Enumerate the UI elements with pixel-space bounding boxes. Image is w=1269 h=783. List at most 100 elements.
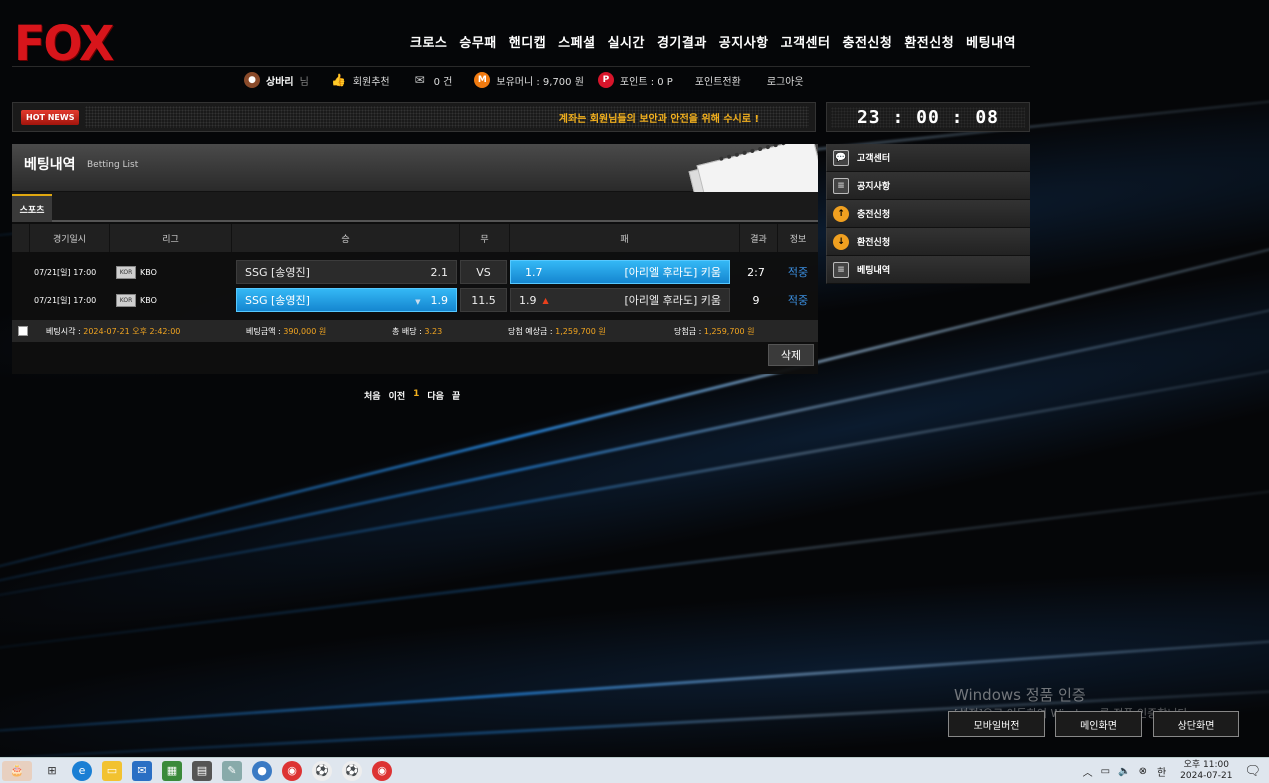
app-badge-icon[interactable]: ● (252, 760, 272, 781)
bet-amount: 베팅금액 : 390,000 원 (246, 326, 326, 337)
hot-news-ticker: 계좌는 회원님들의 보안과 안전을 위해 수시로 ! (85, 106, 809, 128)
messages-link[interactable]: ✉ 0 건 (412, 72, 453, 88)
windows-taskbar: 🎂 ⊞ e ▭ ✉ ▦ ▤ ✎ ● ◉ ⚽ ⚽ ◉ ︿ ▭ 🔈 ⊗ 한 오후 1… (0, 757, 1269, 783)
col-win: 승 (232, 224, 460, 252)
list-icon: ≡ (833, 177, 849, 194)
start-icon[interactable]: 🎂 (2, 760, 32, 781)
file-explorer-icon[interactable]: ▭ (102, 760, 122, 781)
nav-betting-history[interactable]: 베팅내역 (960, 32, 1022, 51)
soccer-icon[interactable]: ⚽ (342, 760, 362, 781)
col-check (12, 224, 30, 252)
home-odds-button[interactable]: SSG [송영진] ▼ 1.9 (236, 288, 457, 312)
match-date: 07/21[일] 17:00 (34, 267, 97, 277)
handicap-value-button[interactable]: 11.5 (460, 288, 507, 312)
hot-news-bar: HOT NEWS 계좌는 회원님들의 보안과 안전을 위해 수시로 ! (12, 102, 816, 132)
mobile-version-button[interactable]: 모바일버전 (948, 711, 1045, 737)
envelope-icon: ✉ (414, 73, 425, 87)
away-odds-button[interactable]: 1.7 [아리엘 후라도] 키움 (510, 260, 730, 284)
page-last[interactable]: 끝 (452, 389, 460, 402)
match-result: 2:7 (747, 265, 765, 279)
calculator-icon[interactable]: ▤ (192, 760, 212, 781)
match-date: 07/21[일] 17:00 (34, 295, 97, 305)
nav-results[interactable]: 경기결과 (651, 32, 713, 51)
nav-handicap[interactable]: 핸디캡 (503, 32, 552, 51)
nav-deposit[interactable]: 충전신청 (836, 32, 898, 51)
side-item-betting-history[interactable]: ≡ 베팅내역 (826, 256, 1030, 284)
page-current[interactable]: 1 (413, 389, 419, 402)
won-value: 1,259,700 원 (703, 326, 755, 336)
side-item-notice[interactable]: ≡ 공지사항 (826, 172, 1030, 200)
kbo-flag-icon: KOR (116, 265, 136, 279)
mail-icon[interactable]: ✉ (132, 760, 152, 781)
kbo-flag-icon: KOR (116, 293, 136, 307)
expected-value: 1,259,700 원 (555, 326, 606, 336)
side-item-withdraw[interactable]: ↓ 환전신청 (826, 228, 1030, 256)
nav-support[interactable]: 고객센터 (775, 32, 837, 51)
col-lose: 패 (510, 224, 740, 252)
user-nickname: 상바리 (266, 76, 294, 88)
draw-value: VS (476, 265, 491, 279)
col-result: 결과 (740, 224, 778, 252)
nav-win-draw-lose[interactable]: 승무패 (453, 32, 502, 51)
nav-withdraw[interactable]: 환전신청 (898, 32, 960, 51)
page-next[interactable]: 다음 (427, 389, 444, 402)
side-menu: 💬 고객센터 ≡ 공지사항 ↑ 충전신청 ↓ 환전신청 ≡ 베팅내역 (826, 144, 1030, 284)
notes-icon[interactable]: ✎ (222, 760, 242, 781)
side-item-support[interactable]: 💬 고객센터 (826, 144, 1030, 172)
task-view-icon[interactable]: ⊞ (42, 761, 62, 781)
app-icon[interactable]: ▦ (162, 760, 182, 781)
draw-odds-button[interactable]: VS (460, 260, 507, 284)
chevron-up-icon[interactable]: ︿ (1083, 764, 1093, 779)
user-bar: ● 상바리 님 👍 회원추천 ✉ 0 건 M 보유머니 : 9,700 원 P … (244, 72, 826, 88)
home-odds-button[interactable]: SSG [송영진] 2.1 (236, 260, 457, 284)
league-name: KBO (140, 295, 157, 305)
chrome-icon[interactable]: ◉ (372, 760, 392, 781)
page-prev[interactable]: 이전 (389, 389, 406, 402)
away-odds: 1.9 (519, 293, 537, 307)
nav-cross[interactable]: 크로스 (404, 32, 453, 51)
soccer-icon[interactable]: ⚽ (312, 760, 332, 781)
ime-indicator[interactable]: 한 (1157, 764, 1166, 779)
league-name: KBO (140, 267, 157, 277)
away-odds-button[interactable]: 1.9 ▲ [아리엘 후라도] 키움 (510, 288, 730, 312)
col-draw: 무 (460, 224, 510, 252)
site-logo[interactable]: FOX (14, 15, 114, 72)
expected-win: 당첨 예상금 : 1,259,700 원 (508, 326, 606, 337)
page-first[interactable]: 처음 (364, 389, 381, 402)
volume-icon[interactable]: 🔈 (1118, 766, 1130, 777)
point-convert-link[interactable]: 포인트전환 (695, 73, 741, 88)
nav-live[interactable]: 실시간 (602, 32, 651, 51)
total-odds-value: 3.23 (424, 326, 443, 336)
total-odds-label: 총 배당 : (392, 326, 425, 336)
message-count: 0 건 (433, 76, 453, 88)
expected-label: 당첨 예상금 : (508, 326, 556, 336)
col-date: 경기일시 (30, 224, 110, 252)
delete-button[interactable]: 삭제 (768, 344, 814, 366)
home-team: SSG [송영진] (245, 266, 310, 279)
point-convert-label: 포인트전환 (694, 76, 741, 88)
edge-icon[interactable]: e (72, 760, 92, 781)
won-label: 당첨금 : (674, 326, 704, 336)
top-screen-button[interactable]: 상단화면 (1153, 711, 1239, 737)
windows-activation-title: Windows 정품 인증 (954, 686, 1086, 704)
betting-panel: 베팅내역 Betting List 스포츠 경기일시 리그 승 무 패 결과 정… (12, 144, 818, 374)
side-item-deposit[interactable]: ↑ 충전신청 (826, 200, 1030, 228)
top-nav: 크로스 승무패 핸디캡 스페셜 실시간 경기결과 공지사항 고객센터 충전신청 … (404, 32, 1022, 51)
taskbar-clock[interactable]: 오후 11:00 2024-07-21 (1180, 760, 1232, 782)
recommend-link[interactable]: 👍 회원추천 (331, 72, 389, 88)
notification-icon[interactable]: 🗨 (1244, 764, 1261, 779)
table-row: 07/21[일] 17:00 KOR KBO SSG [송영진] ▼ 1.9 11… (12, 286, 818, 314)
points-icon: P (597, 72, 614, 88)
league-cell: KOR KBO (110, 293, 232, 307)
network-icon[interactable]: ▭ (1101, 766, 1110, 777)
tab-sports[interactable]: 스포츠 (12, 194, 52, 222)
nav-special[interactable]: 스페셜 (552, 32, 601, 51)
main-screen-button[interactable]: 메인화면 (1055, 711, 1142, 737)
away-team: [아리엘 후라도] 키움 (624, 266, 721, 279)
mute-icon[interactable]: ⊗ (1139, 766, 1147, 777)
chrome-icon[interactable]: ◉ (282, 760, 302, 781)
logout-link[interactable]: 로그아웃 (767, 73, 804, 88)
chat-icon: 💬 (833, 149, 849, 166)
nav-notice[interactable]: 공지사항 (713, 32, 775, 51)
bet-select-checkbox[interactable] (18, 326, 28, 336)
